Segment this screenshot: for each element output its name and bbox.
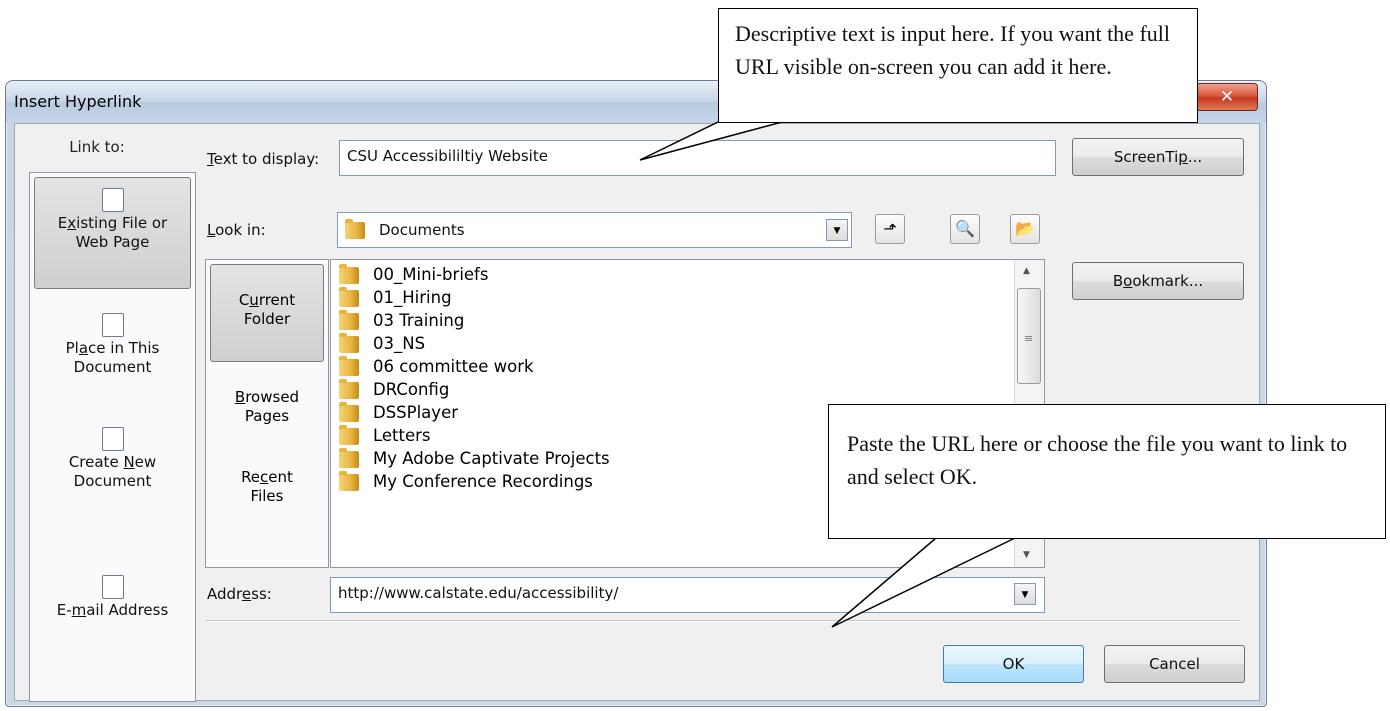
top-callout: Descriptive text is input here. If you w… — [718, 8, 1198, 123]
bottom-callout: Paste the URL here or choose the file yo… — [828, 404, 1386, 539]
bottom-callout-pointer — [831, 537, 1016, 628]
top-callout-pointer — [639, 121, 783, 161]
